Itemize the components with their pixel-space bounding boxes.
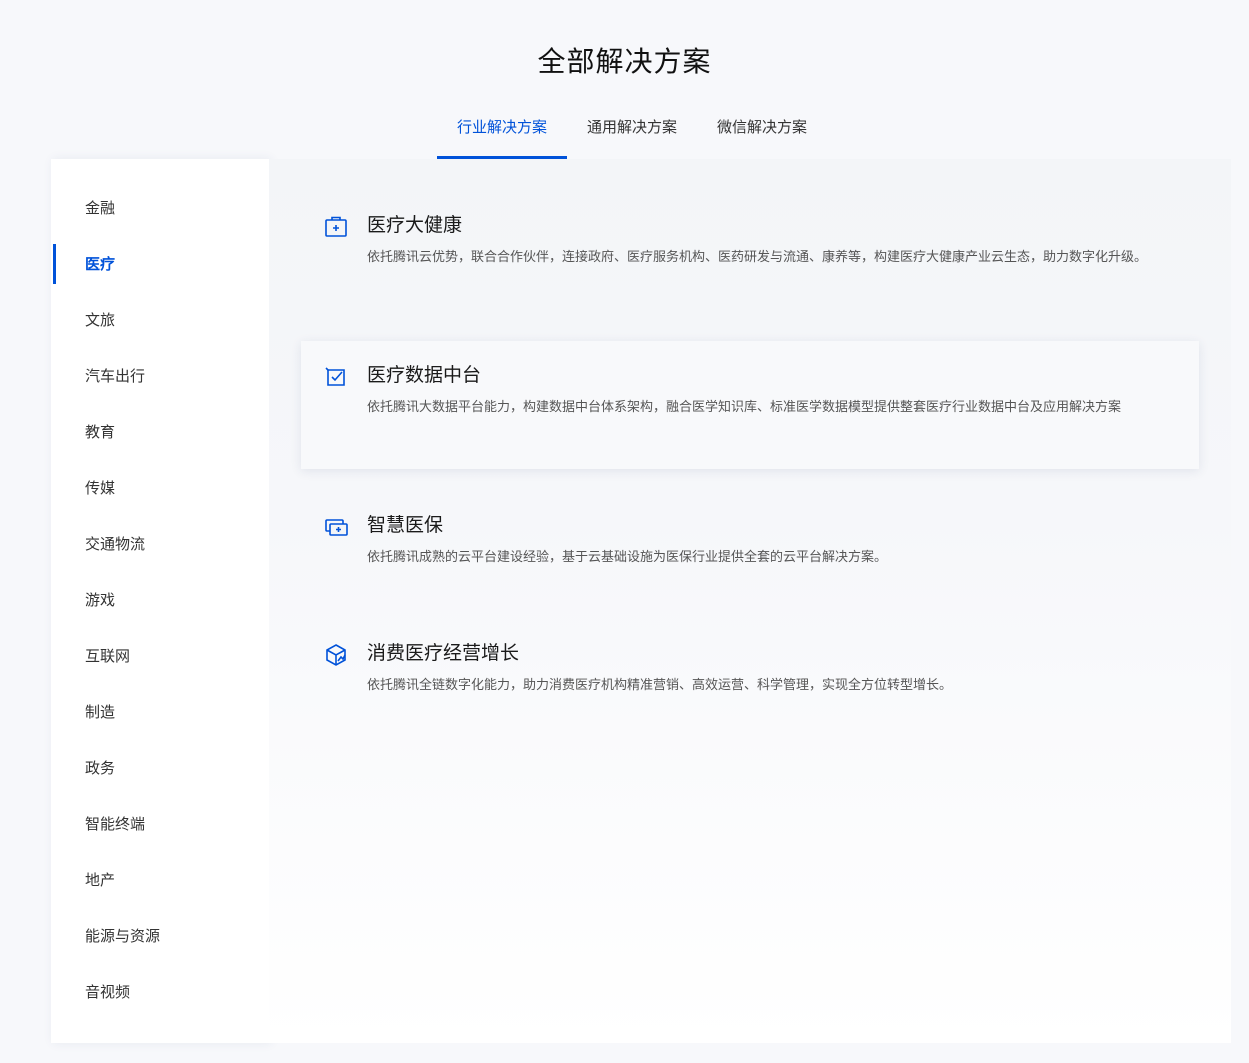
- growth-box-icon: [324, 643, 348, 667]
- sidebar-item-finance[interactable]: 金融: [51, 180, 269, 236]
- solution-description: 依托腾讯全链数字化能力，助力消费医疗机构精准营销、高效运营、科学管理，实现全方位…: [367, 678, 953, 693]
- solutions-content: 医疗大健康 依托腾讯云优势，联合合作伙伴，连接政府、医疗服务机构、医药研发与流通…: [269, 159, 1231, 1043]
- industry-sidebar: 金融 医疗 文旅 汽车出行 教育 传媒 交通物流 游戏 互联网 制造 政务 智能…: [51, 159, 269, 1043]
- sidebar-item-automotive[interactable]: 汽车出行: [51, 348, 269, 404]
- sidebar-item-government[interactable]: 政务: [51, 740, 269, 796]
- sidebar-item-internet[interactable]: 互联网: [51, 628, 269, 684]
- solution-title: 医疗大健康: [367, 214, 463, 236]
- solution-card-smart-insurance[interactable]: 智慧医保 依托腾讯成熟的云平台建设经验，基于云基础设施为医保行业提供全套的云平台…: [301, 511, 1199, 601]
- solution-description: 依托腾讯大数据平台能力，构建数据中台体系架构，融合医学知识库、标准医学数据模型提…: [367, 400, 1122, 415]
- solution-description: 依托腾讯成熟的云平台建设经验，基于云基础设施为医保行业提供全套的云平台解决方案。: [367, 550, 888, 565]
- tab-general-solutions[interactable]: 通用解决方案: [567, 104, 697, 159]
- solution-title: 智慧医保: [367, 514, 444, 536]
- data-check-icon: [324, 365, 348, 389]
- sidebar-item-culture-tourism[interactable]: 文旅: [51, 292, 269, 348]
- sidebar-item-energy[interactable]: 能源与资源: [51, 908, 269, 964]
- solution-title: 医疗数据中台: [367, 364, 482, 386]
- sidebar-item-audio-video[interactable]: 音视频: [51, 964, 269, 1020]
- solution-card-consumer-medical-growth[interactable]: 消费医疗经营增长 依托腾讯全链数字化能力，助力消费医疗机构精准营销、高效运营、科…: [301, 639, 1199, 729]
- solution-card-medical-health[interactable]: 医疗大健康 依托腾讯云优势，联合合作伙伴，连接政府、医疗服务机构、医药研发与流通…: [301, 211, 1199, 321]
- sidebar-item-gaming[interactable]: 游戏: [51, 572, 269, 628]
- sidebar-item-manufacturing[interactable]: 制造: [51, 684, 269, 740]
- tab-industry-solutions[interactable]: 行业解决方案: [437, 104, 568, 159]
- insurance-card-icon: [324, 515, 348, 539]
- sidebar-item-education[interactable]: 教育: [51, 404, 269, 460]
- sidebar-item-real-estate[interactable]: 地产: [51, 852, 269, 908]
- medical-kit-icon: [324, 215, 348, 239]
- solution-title: 消费医疗经营增长: [367, 642, 520, 664]
- sidebar-item-medical[interactable]: 医疗: [51, 236, 269, 292]
- sidebar-item-media[interactable]: 传媒: [51, 460, 269, 516]
- solutions-page: 全部解决方案 行业解决方案 通用解决方案 微信解决方案 金融 医疗 文旅 汽车出…: [0, 0, 1249, 1063]
- sidebar-item-logistics[interactable]: 交通物流: [51, 516, 269, 572]
- solution-card-medical-data-platform[interactable]: 医疗数据中台 依托腾讯大数据平台能力，构建数据中台体系架构，融合医学知识库、标准…: [301, 341, 1199, 469]
- tab-wechat-solutions[interactable]: 微信解决方案: [697, 104, 827, 159]
- solution-description: 依托腾讯云优势，联合合作伙伴，连接政府、医疗服务机构、医药研发与流通、康养等，构…: [367, 250, 1148, 265]
- page-title: 全部解决方案: [537, 45, 712, 78]
- sidebar-item-smart-devices[interactable]: 智能终端: [51, 796, 269, 852]
- solution-tabs: 行业解决方案 通用解决方案 微信解决方案: [437, 104, 827, 159]
